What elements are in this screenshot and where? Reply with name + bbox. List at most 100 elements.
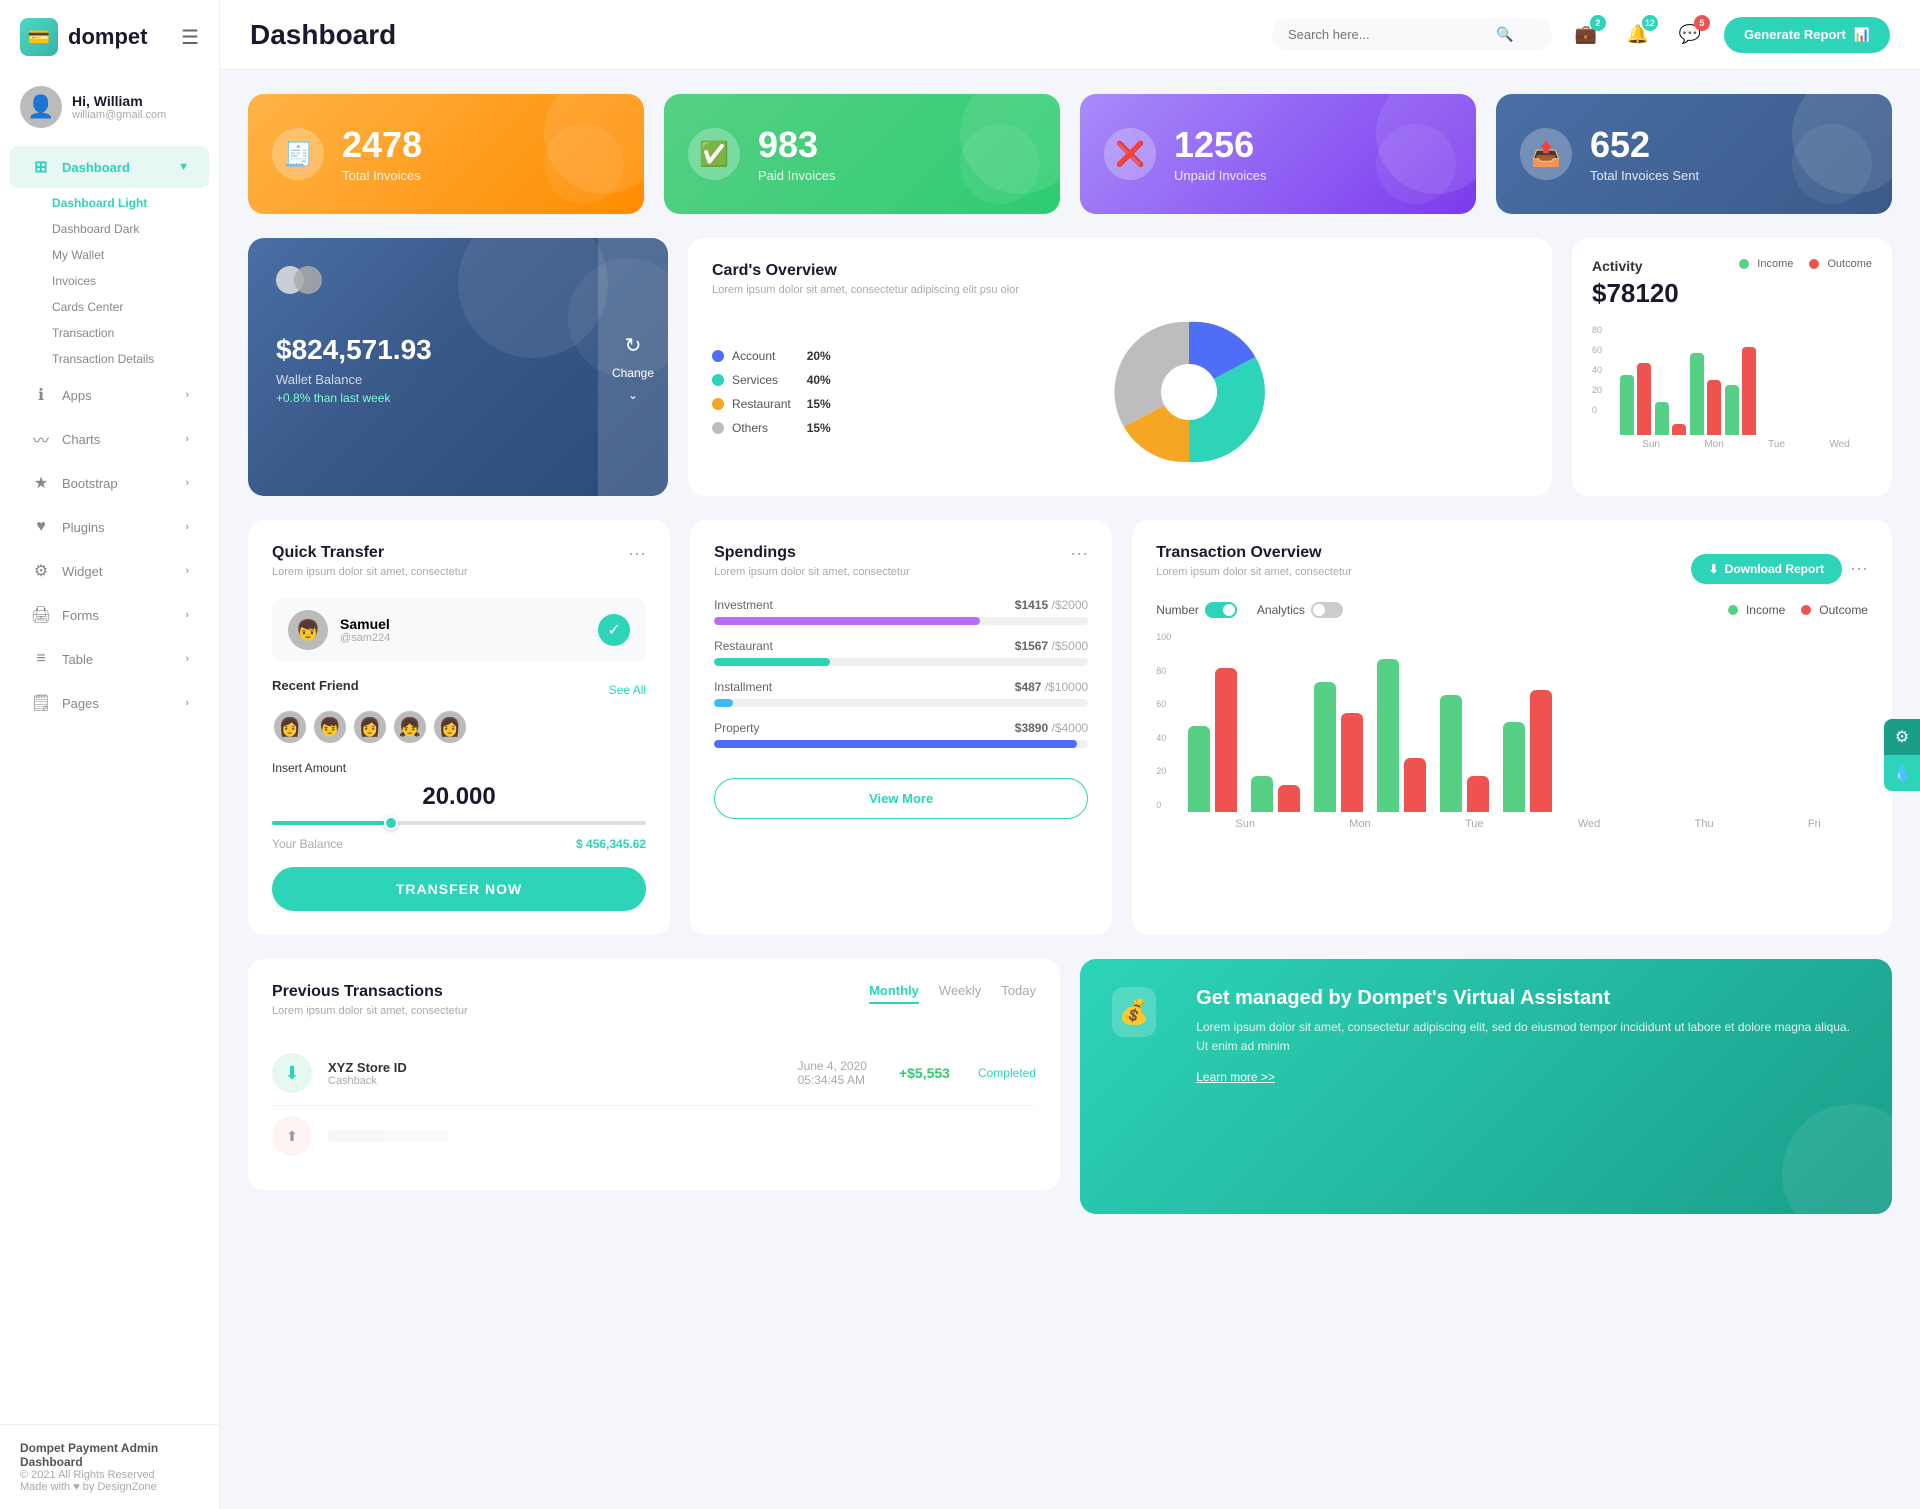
- transfer-now-button[interactable]: TRANSFER NOW: [272, 867, 646, 911]
- services-label: Services: [732, 373, 791, 387]
- friend-avatar-1[interactable]: 👩: [272, 709, 308, 745]
- activity-x-labels: Sun Mon Tue Wed: [1592, 439, 1872, 450]
- see-all-link[interactable]: See All: [609, 683, 646, 697]
- bar-group-sun: [1620, 363, 1651, 435]
- analytics-knob: [1313, 604, 1325, 616]
- others-color: [712, 422, 724, 434]
- friend-avatar-3[interactable]: 👩: [352, 709, 388, 745]
- sidebar-item-apps[interactable]: ℹ Apps ›: [10, 374, 209, 416]
- overview-income-label: Income: [1746, 603, 1785, 617]
- dashboard-label: Dashboard: [62, 160, 130, 175]
- header-icons: 💼 2 🔔 12 💬 5 Generate Report 📊: [1568, 17, 1890, 53]
- sidebar-item-cards-center[interactable]: Cards Center: [52, 294, 219, 320]
- sidebar-item-plugins[interactable]: ♥ Plugins ›: [10, 506, 209, 548]
- overview-menu[interactable]: ⋯: [1850, 559, 1868, 580]
- change-button[interactable]: ↻ Change ⌄: [598, 238, 668, 496]
- generate-report-button[interactable]: Generate Report 📊: [1724, 17, 1890, 53]
- search-input[interactable]: [1288, 27, 1488, 42]
- chat-icon-btn[interactable]: 💬 5: [1672, 17, 1708, 53]
- sidebar-item-dashboard-dark[interactable]: Dashboard Dark: [52, 216, 219, 242]
- sidebar-item-charts[interactable]: 〰 Charts ›: [10, 418, 209, 460]
- quick-transfer-menu[interactable]: ⋯: [628, 544, 646, 565]
- charts-arrow: ›: [185, 433, 189, 445]
- hamburger-menu[interactable]: ☰: [181, 25, 199, 50]
- bar-group-mon: [1655, 402, 1686, 435]
- sidebar-item-dashboard-light[interactable]: Dashboard Light: [52, 190, 219, 216]
- content-area: 🧾 2478 Total Invoices ✅ 983 Paid Invoice…: [220, 70, 1920, 1509]
- apps-icon: ℹ: [30, 384, 52, 406]
- overview-legend: Income Outcome: [1728, 603, 1868, 617]
- amount-slider[interactable]: [272, 821, 646, 825]
- download-icon: ⬇: [1709, 562, 1719, 576]
- search-box[interactable]: 🔍: [1272, 18, 1552, 51]
- toggle-analytics[interactable]: Analytics: [1257, 602, 1343, 618]
- tue-outcome-bar: [1707, 380, 1721, 435]
- plugins-arrow: ›: [185, 521, 189, 533]
- friend-avatar-4[interactable]: 👧: [392, 709, 428, 745]
- total-sent-label: Total Invoices Sent: [1590, 168, 1699, 183]
- analytics-switch[interactable]: [1311, 602, 1343, 618]
- quick-transfer-title: Quick Transfer: [272, 544, 468, 562]
- sidebar-item-bootstrap[interactable]: ★ Bootstrap ›: [10, 462, 209, 504]
- tab-today[interactable]: Today: [1001, 983, 1036, 1004]
- wallet-icon-btn[interactable]: 💼 2: [1568, 17, 1604, 53]
- bootstrap-label: Bootstrap: [62, 476, 118, 491]
- sidebar-item-pages[interactable]: 🗒 Pages ›: [10, 682, 209, 724]
- sidebar-item-invoices[interactable]: Invoices: [52, 268, 219, 294]
- view-more-button[interactable]: View More: [714, 778, 1088, 819]
- friend-avatar-5[interactable]: 👩: [432, 709, 468, 745]
- big-bar-tue: [1314, 682, 1363, 812]
- table-row: ⬇ XYZ Store ID Cashback June 4, 2020 05:…: [272, 1041, 1036, 1106]
- va-learn-more-link[interactable]: Learn more >>: [1196, 1070, 1275, 1084]
- sidebar-item-transaction-details[interactable]: Transaction Details: [52, 346, 219, 372]
- sidebar-item-my-wallet[interactable]: My Wallet: [52, 242, 219, 268]
- sidebar-item-table[interactable]: ≡ Table ›: [10, 638, 209, 680]
- sidebar-footer: Dompet Payment Admin Dashboard © 2021 Al…: [0, 1424, 219, 1509]
- sun-income-bar: [1620, 375, 1634, 435]
- others-label: Others: [732, 421, 791, 435]
- logo-text: dompet: [68, 24, 147, 50]
- spendings-title: Spendings: [714, 544, 910, 562]
- middle-grid: $824,571.93 Wallet Balance +0.8% than la…: [248, 238, 1892, 496]
- label-mon: Mon: [1704, 439, 1723, 450]
- balance-label: Your Balance: [272, 837, 343, 851]
- spending-item-restaurant: Restaurant $1567 /$5000: [714, 639, 1088, 666]
- table-icon: ≡: [30, 648, 52, 670]
- va-desc: Lorem ipsum dolor sit amet, consectetur …: [1196, 1018, 1860, 1056]
- number-label: Number: [1156, 603, 1199, 617]
- bar-chart-icon: 📊: [1854, 27, 1870, 43]
- bell-icon-btn[interactable]: 🔔 12: [1620, 17, 1656, 53]
- recent-friends-row: Recent Friend See All: [272, 678, 646, 701]
- overview-subtitle: Lorem ipsum dolor sit amet, consectetur: [1156, 566, 1352, 578]
- toggle-number[interactable]: Number: [1156, 602, 1237, 618]
- spendings-menu[interactable]: ⋯: [1070, 544, 1088, 565]
- search-icon: 🔍: [1496, 26, 1513, 43]
- avatar: 👤: [20, 86, 62, 128]
- number-switch[interactable]: [1205, 602, 1237, 618]
- tx-details: XYZ Store ID Cashback: [328, 1060, 407, 1087]
- investment-meta: Investment $1415 /$2000: [714, 598, 1088, 612]
- sidebar-item-forms[interactable]: 🖨 Forms ›: [10, 594, 209, 636]
- tab-monthly[interactable]: Monthly: [869, 983, 919, 1004]
- legend-item-account: Account 20%: [712, 349, 831, 363]
- tab-weekly[interactable]: Weekly: [939, 983, 981, 1004]
- friend-avatar-2[interactable]: 👦: [312, 709, 348, 745]
- va-text: Get managed by Dompet's Virtual Assistan…: [1196, 987, 1860, 1084]
- water-float-button[interactable]: 💧: [1884, 755, 1920, 791]
- sidebar-item-transaction[interactable]: Transaction: [52, 320, 219, 346]
- va-title: Get managed by Dompet's Virtual Assistan…: [1196, 987, 1860, 1010]
- va-content: 💰 Get managed by Dompet's Virtual Assist…: [1112, 987, 1860, 1084]
- check-button[interactable]: ✓: [598, 614, 630, 646]
- label-wed: Wed: [1829, 439, 1849, 450]
- sidebar-item-dashboard[interactable]: ⊞ Dashboard ▼: [10, 146, 209, 188]
- legend-item-services: Services 40%: [712, 373, 831, 387]
- transfer-user-info: Samuel @sam224: [340, 616, 390, 644]
- tx-name: XYZ Store ID: [328, 1060, 407, 1075]
- download-report-button[interactable]: ⬇ Download Report: [1691, 554, 1842, 584]
- wallet-change: +0.8% than last week: [276, 391, 640, 405]
- settings-float-button[interactable]: ⚙: [1884, 719, 1920, 755]
- sidebar-item-widget[interactable]: ⚙ Widget ›: [10, 550, 209, 592]
- tx-date: June 4, 2020 05:34:45 AM: [798, 1059, 867, 1087]
- transfer-user-handle: @sam224: [340, 632, 390, 644]
- investment-amount: $1415 /$2000: [1015, 598, 1088, 612]
